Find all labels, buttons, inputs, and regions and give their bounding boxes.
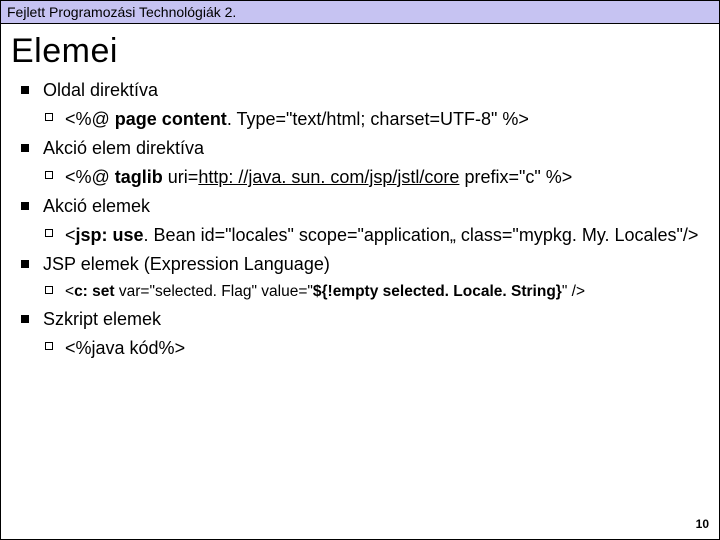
item-label: Szkript elemek xyxy=(43,309,161,329)
sub-list-item: <%java kód%> xyxy=(15,337,705,360)
sub-text: <%java kód%> xyxy=(65,338,185,358)
sub-text: < xyxy=(65,283,74,300)
page-number: 10 xyxy=(696,517,709,531)
sub-list-item: <c: set var="selected. Flag" value="${!e… xyxy=(15,282,705,302)
square-bullet-icon xyxy=(21,315,29,323)
sub-text: uri= xyxy=(163,167,199,187)
sub-bold: jsp: use xyxy=(76,225,144,245)
sub-text: " /> xyxy=(562,283,585,300)
list-item: JSP elemek (Expression Language) xyxy=(15,253,705,276)
list-item: Akció elem direktíva xyxy=(15,137,705,160)
sub-text: prefix="c" %> xyxy=(459,167,572,187)
hollow-square-bullet-icon xyxy=(45,171,53,179)
item-label: Akció elem direktíva xyxy=(43,138,204,158)
hollow-square-bullet-icon xyxy=(45,229,53,237)
sub-bold: c: set xyxy=(74,283,115,300)
item-label: Akció elemek xyxy=(43,196,150,216)
list-item: Szkript elemek xyxy=(15,308,705,331)
item-label: Oldal direktíva xyxy=(43,80,158,100)
sub-text: . Type="text/html; charset=UTF-8" %> xyxy=(227,109,529,129)
sub-bold: ${!empty selected. Locale. String} xyxy=(313,283,562,300)
square-bullet-icon xyxy=(21,86,29,94)
hollow-square-bullet-icon xyxy=(45,113,53,121)
square-bullet-icon xyxy=(21,144,29,152)
slide-container: Fejlett Programozási Technológiák 2. Ele… xyxy=(0,0,720,540)
slide-body: Oldal direktíva <%@ page content. Type="… xyxy=(1,75,719,360)
sub-text: var="selected. Flag" value=" xyxy=(115,283,313,300)
list-item: Akció elemek xyxy=(15,195,705,218)
sub-bold: taglib xyxy=(115,167,163,187)
header-bar: Fejlett Programozási Technológiák 2. xyxy=(1,1,719,24)
sub-list-item: <jsp: use. Bean id="locales" scope="appl… xyxy=(15,224,705,247)
sub-text: <%@ xyxy=(65,167,115,187)
item-label: JSP elemek (Expression Language) xyxy=(43,254,330,274)
square-bullet-icon xyxy=(21,202,29,210)
sub-text: <%@ xyxy=(65,109,115,129)
list-item: Oldal direktíva xyxy=(15,79,705,102)
square-bullet-icon xyxy=(21,260,29,268)
sub-text: . Bean id="locales" scope="application„ … xyxy=(144,225,699,245)
sub-bold: page content xyxy=(115,109,227,129)
hollow-square-bullet-icon xyxy=(45,286,53,294)
slide-title: Elemei xyxy=(1,24,719,75)
sub-link: http: //java. sun. com/jsp/jstl/core xyxy=(198,167,459,187)
sub-text: < xyxy=(65,225,76,245)
sub-list-item: <%@ taglib uri=http: //java. sun. com/js… xyxy=(15,166,705,189)
hollow-square-bullet-icon xyxy=(45,342,53,350)
sub-list-item: <%@ page content. Type="text/html; chars… xyxy=(15,108,705,131)
